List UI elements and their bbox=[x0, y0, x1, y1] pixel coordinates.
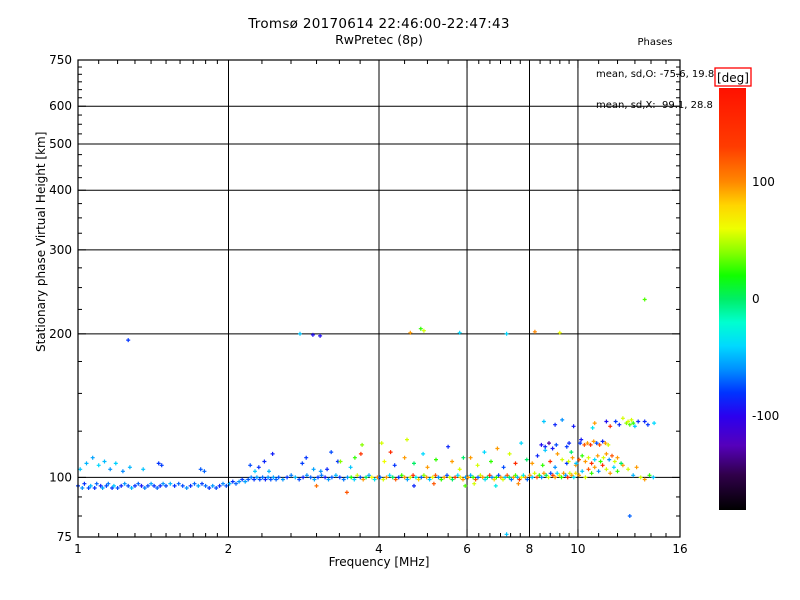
svg-text:75: 75 bbox=[57, 530, 72, 544]
grid-lines bbox=[78, 60, 680, 537]
colorbar: [deg] 100 0 -100 bbox=[715, 68, 779, 510]
svg-text:300: 300 bbox=[49, 243, 72, 257]
scatter-plot: 1 2 4 6 8 10 16 75 100 200 300 400 500 600 750 Station… bbox=[0, 0, 800, 600]
svg-text:100: 100 bbox=[752, 175, 775, 189]
svg-text:2: 2 bbox=[225, 542, 233, 556]
svg-text:1: 1 bbox=[74, 542, 82, 556]
svg-text:8: 8 bbox=[526, 542, 534, 556]
colorbar-tick-labels: 100 0 -100 bbox=[752, 175, 779, 423]
ionogram-figure: Tromsø 20170614 22:46:00-22:47:43 RwPret… bbox=[0, 0, 800, 600]
y-axis-label: Stationary phase Virtual Height [km] bbox=[34, 132, 48, 352]
svg-text:200: 200 bbox=[49, 327, 72, 341]
svg-text:4: 4 bbox=[375, 542, 383, 556]
svg-text:500: 500 bbox=[49, 137, 72, 151]
svg-text:10: 10 bbox=[570, 542, 585, 556]
x-axis-label: Frequency [MHz] bbox=[329, 555, 430, 569]
svg-text:600: 600 bbox=[49, 99, 72, 113]
svg-text:-100: -100 bbox=[752, 409, 779, 423]
svg-text:750: 750 bbox=[49, 53, 72, 67]
colorbar-unit-label: [deg] bbox=[717, 71, 749, 85]
svg-text:16: 16 bbox=[672, 542, 687, 556]
svg-text:6: 6 bbox=[463, 542, 471, 556]
tick-labels: 1 2 4 6 8 10 16 75 100 200 300 400 500 600 750 bbox=[49, 53, 688, 556]
svg-text:0: 0 bbox=[752, 292, 760, 306]
svg-text:400: 400 bbox=[49, 183, 72, 197]
colorbar-gradient bbox=[719, 88, 746, 510]
svg-text:100: 100 bbox=[49, 470, 72, 484]
